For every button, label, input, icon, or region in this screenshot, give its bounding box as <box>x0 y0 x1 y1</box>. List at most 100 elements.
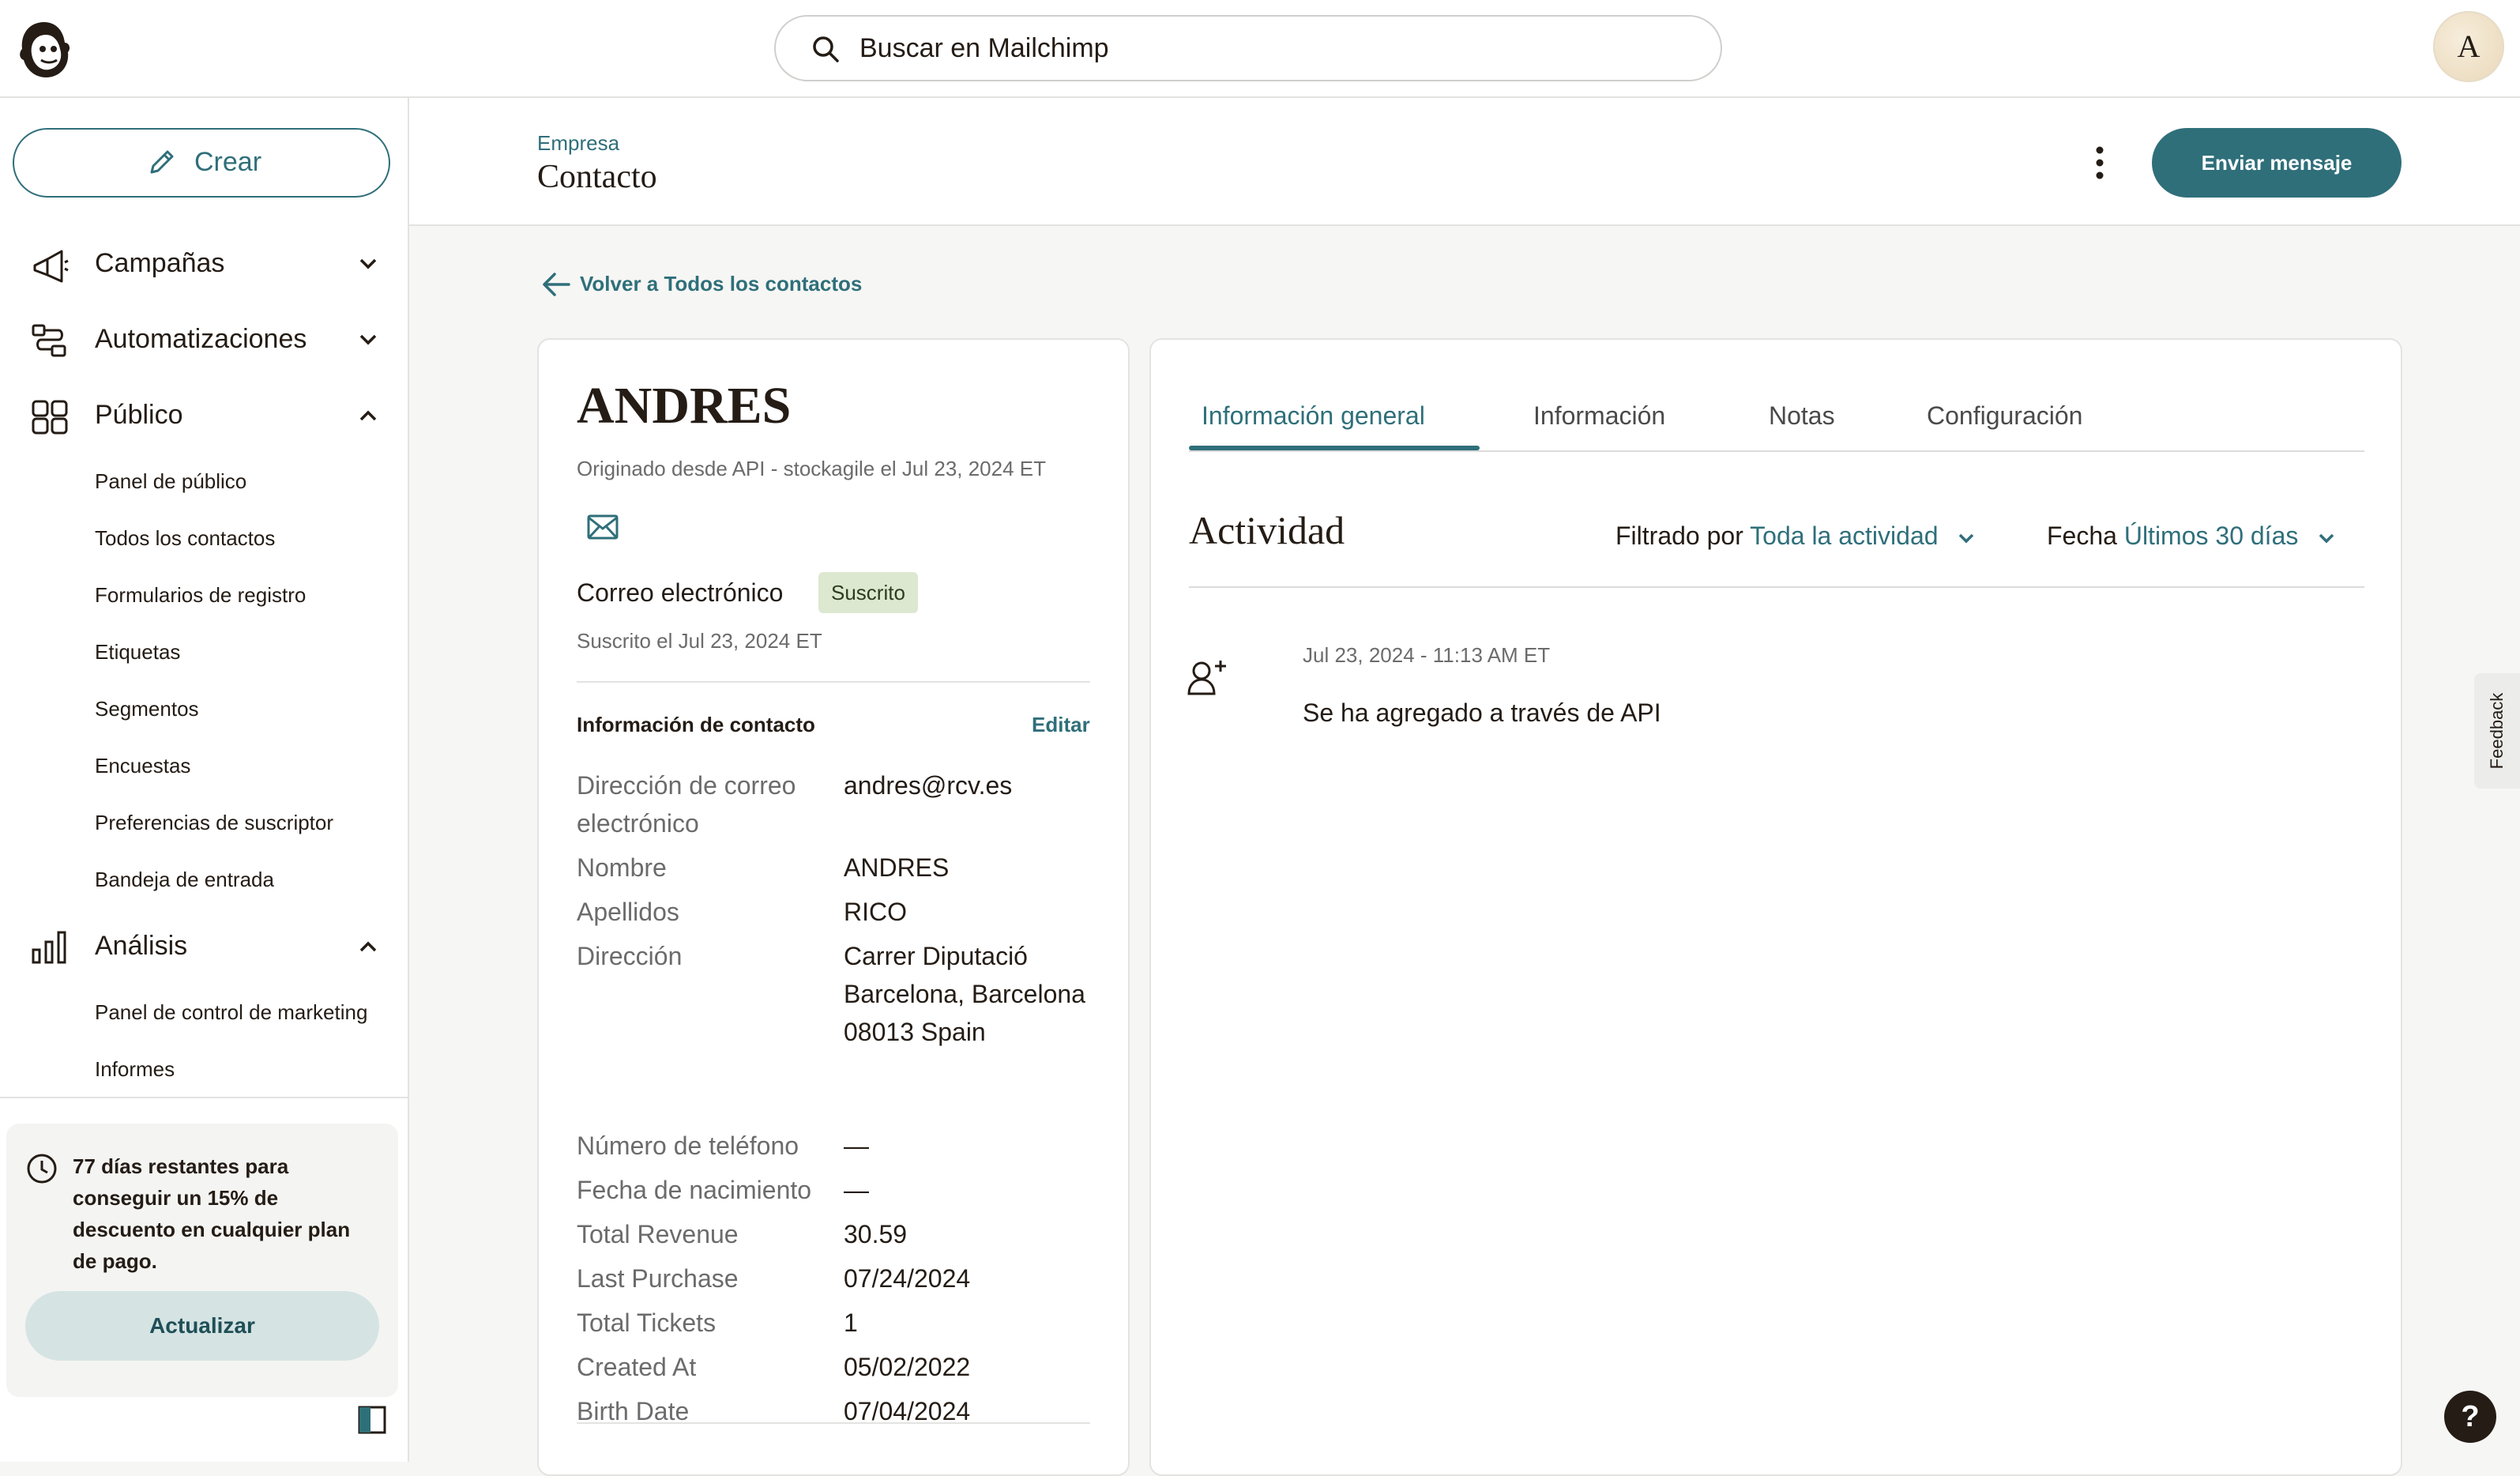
field-label: Nombre <box>577 853 667 882</box>
chevron-up-icon <box>357 405 379 427</box>
user-avatar[interactable]: A <box>2433 11 2504 82</box>
field-value: 1 <box>844 1308 858 1337</box>
field-label: Apellidos <box>577 898 679 926</box>
activity-card: Información general Información Notas Co… <box>1149 338 2402 1476</box>
email-channel-label: Correo electrónico <box>577 578 784 607</box>
contact-card: ANDRES Originado desde API - stockagile … <box>537 338 1130 1476</box>
activity-divider <box>1189 586 2364 588</box>
search-input[interactable]: Buscar en Mailchimp <box>859 33 1109 64</box>
chevron-down-icon <box>357 329 379 351</box>
nav-sub-inbox[interactable]: Bandeja de entrada <box>95 868 274 892</box>
field-value: Carrer Diputació Barcelona, Barcelona 08… <box>844 942 1085 1046</box>
event-description: Se ha agregado a través de API <box>1303 698 1661 727</box>
nav-label: Automatizaciones <box>95 324 307 354</box>
top-bar: Buscar en Mailchimp A <box>0 0 2520 98</box>
tab-information[interactable]: Información <box>1533 401 1665 431</box>
create-label: Crear <box>194 147 262 177</box>
nav-sub-audience-dashboard[interactable]: Panel de público <box>95 469 246 494</box>
help-icon: ? <box>2461 1400 2480 1433</box>
nav-label: Campañas <box>95 248 225 278</box>
field-value: 05/02/2022 <box>844 1353 971 1381</box>
field-label: Last Purchase <box>577 1264 739 1293</box>
date-range-dropdown[interactable]: Fecha Últimos 30 días <box>2047 521 2337 551</box>
arrow-left-icon <box>540 270 572 299</box>
field-label: Birth Date <box>577 1397 690 1425</box>
nav-sub-surveys[interactable]: Encuestas <box>95 754 190 778</box>
feedback-label: Feedback <box>2487 692 2507 770</box>
contact-origin: Originado desde API - stockagile el Jul … <box>577 457 1047 480</box>
nav-label: Público <box>95 400 183 430</box>
automation-icon <box>30 322 70 359</box>
nav-sub-reports[interactable]: Informes <box>95 1057 175 1082</box>
nav-sub-tags[interactable]: Etiquetas <box>95 640 180 665</box>
field-label: Fecha de nacimiento <box>577 1176 812 1204</box>
field-value: 07/04/2024 <box>844 1397 971 1425</box>
field-label: Created At <box>577 1353 697 1381</box>
tabs-divider <box>1189 450 2364 452</box>
discount-promo: 77 días restantes para conseguir un 15% … <box>6 1124 398 1397</box>
megaphone-icon <box>30 247 70 283</box>
field-value: ANDRES <box>844 853 950 882</box>
page-title: Contacto <box>537 159 657 195</box>
search-icon <box>811 34 842 66</box>
field-value: — <box>844 1131 869 1160</box>
send-message-button[interactable]: Enviar mensaje <box>2152 128 2402 198</box>
help-button[interactable]: ? <box>2444 1391 2496 1443</box>
tab-settings[interactable]: Configuración <box>1927 401 2082 431</box>
activity-title: Actividad <box>1189 508 1345 552</box>
nav-sub-signup-forms[interactable]: Formularios de registro <box>95 583 306 608</box>
contact-name: ANDRES <box>577 377 792 435</box>
sidebar-collapse-icon[interactable] <box>357 1405 387 1435</box>
nav-sub-all-contacts[interactable]: Todos los contactos <box>95 526 275 551</box>
field-label: Total Revenue <box>577 1220 739 1248</box>
nav-campaigns[interactable]: Campañas <box>0 232 409 296</box>
envelope-icon <box>586 514 619 540</box>
nav-sub-subscriber-preferences[interactable]: Preferencias de suscriptor <box>95 811 333 835</box>
event-timestamp: Jul 23, 2024 - 11:13 AM ET <box>1303 643 1551 667</box>
sidebar-divider <box>0 1097 408 1098</box>
date-value: Últimos 30 días <box>2123 521 2299 550</box>
chevron-up-icon <box>357 936 379 958</box>
status-badge: Suscrito <box>818 572 918 613</box>
avatar-initial: A <box>2457 28 2481 64</box>
field-value: andres@rcv.es <box>844 771 1013 800</box>
upgrade-label: Actualizar <box>149 1313 255 1338</box>
promo-text: 77 días restantes para conseguir un 15% … <box>73 1154 351 1273</box>
field-label: Número de teléfono <box>577 1131 799 1160</box>
page-header: Empresa Contacto Enviar mensaje <box>409 98 2520 226</box>
field-label: Dirección de correo electrónico <box>577 771 796 838</box>
nav-sub-marketing-dashboard[interactable]: Panel de control de marketing <box>95 1000 367 1025</box>
add-person-icon <box>1186 657 1228 697</box>
breadcrumb[interactable]: Empresa <box>537 131 619 156</box>
activity-filter-dropdown[interactable]: Filtrado por Toda la actividad <box>1615 521 1977 551</box>
field-value: — <box>844 1176 869 1204</box>
more-options-icon[interactable] <box>2090 142 2109 183</box>
back-label: Volver a Todos los contactos <box>580 272 863 296</box>
create-button[interactable]: Crear <box>13 128 390 198</box>
upgrade-button[interactable]: Actualizar <box>25 1291 379 1361</box>
nav-audience[interactable]: Público <box>0 384 409 447</box>
divider <box>577 681 1090 683</box>
field-label: Dirección <box>577 942 683 970</box>
contact-info-title: Información de contacto <box>577 713 815 736</box>
nav-analytics[interactable]: Análisis <box>0 915 409 978</box>
edit-contact-link[interactable]: Editar <box>1032 713 1090 737</box>
tab-notes[interactable]: Notas <box>1769 401 1835 431</box>
chevron-down-icon <box>1956 528 1977 548</box>
field-value: 30.59 <box>844 1220 908 1248</box>
filter-value: Toda la actividad <box>1750 521 1939 550</box>
search-bar[interactable]: Buscar en Mailchimp <box>774 15 1722 81</box>
pencil-icon <box>145 147 177 179</box>
mailchimp-logo-icon[interactable] <box>14 17 74 81</box>
feedback-tab[interactable]: Feedback <box>2474 673 2520 789</box>
chevron-down-icon <box>357 253 379 275</box>
divider <box>577 1422 1090 1424</box>
nav-label: Análisis <box>95 931 188 961</box>
nav-automations[interactable]: Automatizaciones <box>0 308 409 371</box>
field-value: RICO <box>844 898 907 926</box>
active-tab-indicator <box>1189 446 1480 450</box>
audience-icon <box>30 398 70 435</box>
tab-overview[interactable]: Información general <box>1202 401 1425 431</box>
nav-sub-segments[interactable]: Segmentos <box>95 697 199 721</box>
field-label: Total Tickets <box>577 1308 717 1337</box>
